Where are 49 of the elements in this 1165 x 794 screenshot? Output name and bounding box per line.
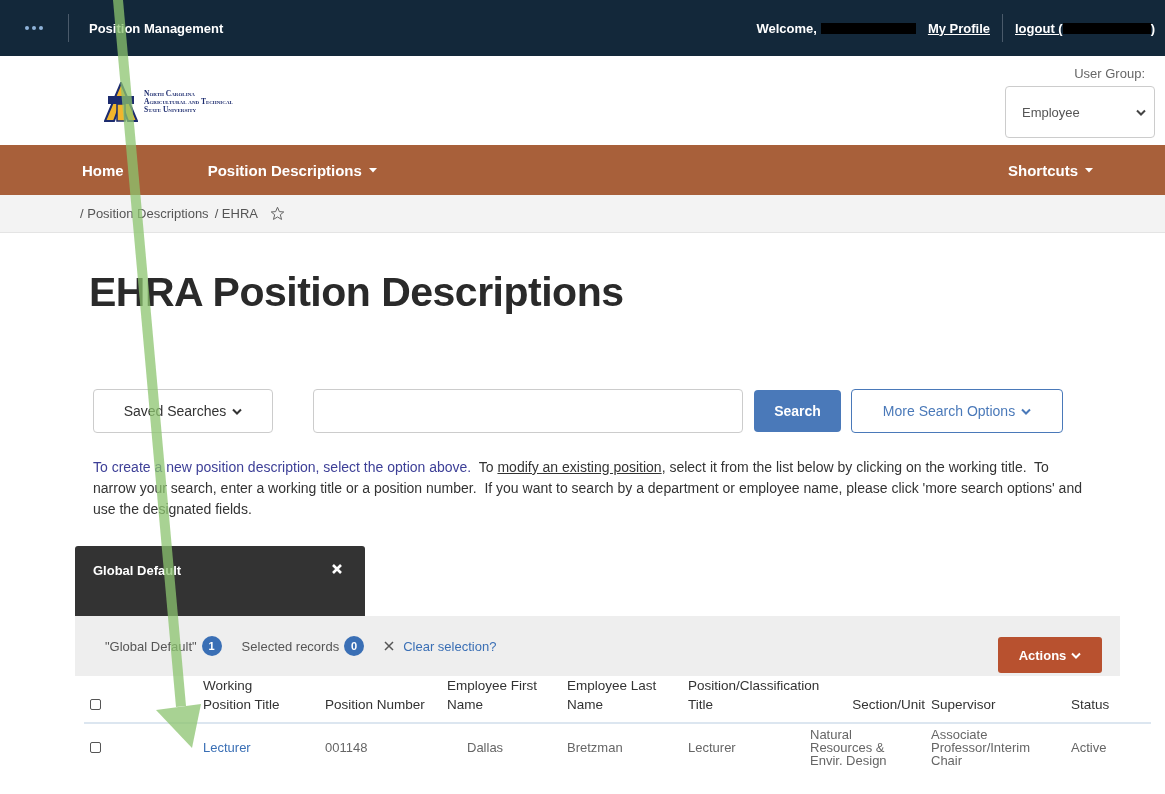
chevron-down-icon	[1021, 407, 1032, 415]
modify-link[interactable]: modify an existing position	[497, 459, 662, 475]
chevron-down-icon	[1071, 651, 1082, 659]
actions-button[interactable]: Actions	[998, 637, 1102, 673]
profile-link[interactable]: My Profile	[927, 20, 990, 36]
more-options-button[interactable]: More Search Options	[851, 389, 1063, 433]
column-header[interactable]: Working Position Title	[203, 676, 303, 724]
chevron-down-icon	[232, 407, 243, 415]
search-field[interactable]	[313, 389, 743, 433]
field-label: User Group:	[1074, 66, 1145, 81]
nav-item[interactable]: Position Descriptions	[207, 145, 377, 195]
welcome-text: Welcome,	[756, 20, 817, 36]
column-header[interactable]: Employee First Name	[447, 676, 547, 724]
count-badge: 1	[201, 636, 222, 656]
checkbox[interactable]	[90, 742, 101, 753]
menu-icon[interactable]	[25, 26, 43, 30]
logout-link[interactable]: )	[1150, 20, 1155, 36]
column-header[interactable]: Status	[1071, 695, 1151, 724]
saved-search-tab[interactable]: Global Default	[75, 546, 365, 616]
logout-link[interactable]: logout (	[1015, 20, 1063, 36]
column-header[interactable]: Supervisor	[931, 695, 1031, 724]
column-header[interactable]: Section/Unit	[852, 695, 925, 724]
table-cell-text: Dallas	[466, 739, 505, 757]
clear-selection-link[interactable]: Clear selection?	[403, 638, 497, 654]
page-title: EHRA Position Descriptions	[89, 269, 625, 317]
table-cell-text: Active	[1071, 739, 1108, 757]
column-header[interactable]: Position/Classification Title	[688, 676, 828, 724]
table-cell-text: Associate Professor/Interim Chair	[931, 726, 1031, 767]
user-group-select[interactable]: Employee	[1005, 86, 1155, 138]
chevron-down-icon	[1136, 108, 1146, 116]
table-cell-text: Natural Resources & Envir. Design	[810, 726, 888, 767]
checkbox[interactable]	[90, 699, 101, 710]
filter-label: Selected records	[241, 638, 340, 654]
column-header[interactable]: Employee Last Name	[567, 676, 667, 724]
app-title: Position Management	[88, 20, 225, 36]
nav-item[interactable]: Shortcuts	[1008, 145, 1093, 195]
close-icon	[384, 641, 395, 651]
search-button[interactable]: Search	[754, 390, 841, 432]
close-icon[interactable]	[331, 563, 343, 575]
saved-searches-button[interactable]: Saved Searches	[93, 389, 273, 433]
table-cell-text: Lecturer	[688, 739, 737, 757]
title-link[interactable]: Lecturer	[203, 724, 325, 767]
count-badge: 0	[344, 636, 365, 656]
nav-item[interactable]: Home	[82, 145, 124, 195]
table-cell-text: Bretzman	[567, 739, 624, 757]
star-icon[interactable]	[269, 206, 285, 221]
breadcrumb-link[interactable]: / EHRA	[214, 206, 258, 221]
table-cell-text: 001148	[325, 739, 369, 757]
column-header[interactable]: Position Number	[325, 695, 425, 724]
